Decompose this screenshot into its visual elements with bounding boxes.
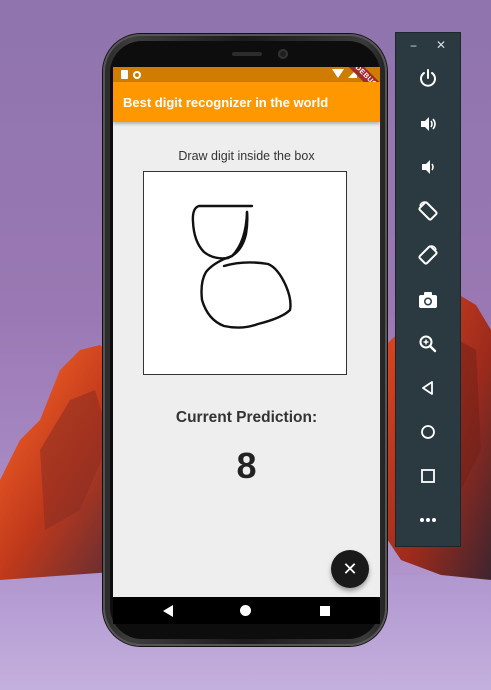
more-icon bbox=[420, 518, 436, 522]
home-icon bbox=[421, 425, 435, 439]
sync-icon bbox=[133, 70, 141, 79]
more-options-button[interactable] bbox=[412, 505, 444, 535]
sd-card-icon bbox=[121, 70, 128, 79]
overview-icon bbox=[421, 469, 435, 483]
emulator-window-controls: − ✕ bbox=[396, 38, 460, 53]
phone-camera bbox=[278, 49, 288, 59]
volume-down-icon bbox=[422, 160, 434, 174]
prediction-value: 8 bbox=[236, 445, 257, 486]
emulator-toolbar: − ✕ bbox=[396, 33, 460, 546]
clear-fab-button[interactable]: ✕ bbox=[331, 550, 369, 588]
drawing-canvas[interactable] bbox=[143, 171, 347, 375]
camera-icon bbox=[419, 292, 437, 308]
drawn-digit-stroke bbox=[191, 204, 292, 329]
volume-up-icon bbox=[421, 117, 436, 131]
rotate-right-button[interactable] bbox=[412, 240, 444, 270]
nav-back-icon[interactable] bbox=[163, 605, 173, 617]
zoom-button[interactable] bbox=[412, 329, 444, 359]
close-icon: ✕ bbox=[342, 558, 358, 579]
emulator-home-button[interactable] bbox=[412, 417, 444, 447]
app-bar: Best digit recognizer in the world bbox=[113, 82, 380, 122]
status-bar: DEBUG bbox=[113, 67, 380, 102]
close-window-icon[interactable]: ✕ bbox=[436, 38, 446, 52]
phone-speaker bbox=[232, 52, 262, 56]
emulator-overview-button[interactable] bbox=[412, 461, 444, 491]
back-icon bbox=[422, 381, 433, 395]
rotate-right-icon bbox=[418, 245, 438, 265]
phone-screen: DEBUG Best digit recognizer in the world… bbox=[113, 67, 380, 624]
draw-instruction: Draw digit inside the box bbox=[178, 149, 315, 163]
app-title: Best digit recognizer in the world bbox=[123, 95, 329, 110]
volume-down-button[interactable] bbox=[412, 152, 444, 182]
volume-up-button[interactable] bbox=[412, 109, 444, 139]
nav-home-icon[interactable] bbox=[240, 605, 251, 616]
wifi-icon bbox=[332, 69, 344, 78]
screenshot-button[interactable] bbox=[412, 285, 444, 315]
power-icon bbox=[420, 69, 436, 87]
rotate-left-icon bbox=[418, 201, 438, 221]
minimize-icon[interactable]: − bbox=[410, 39, 417, 53]
zoom-icon bbox=[419, 335, 437, 353]
nav-recents-icon[interactable] bbox=[320, 606, 330, 616]
prediction-label: Current Prediction: bbox=[175, 409, 318, 426]
status-left bbox=[121, 70, 141, 79]
emulator-back-button[interactable] bbox=[412, 373, 444, 403]
android-nav-bar bbox=[113, 597, 380, 624]
power-button[interactable] bbox=[412, 63, 444, 93]
rotate-left-button[interactable] bbox=[412, 196, 444, 226]
